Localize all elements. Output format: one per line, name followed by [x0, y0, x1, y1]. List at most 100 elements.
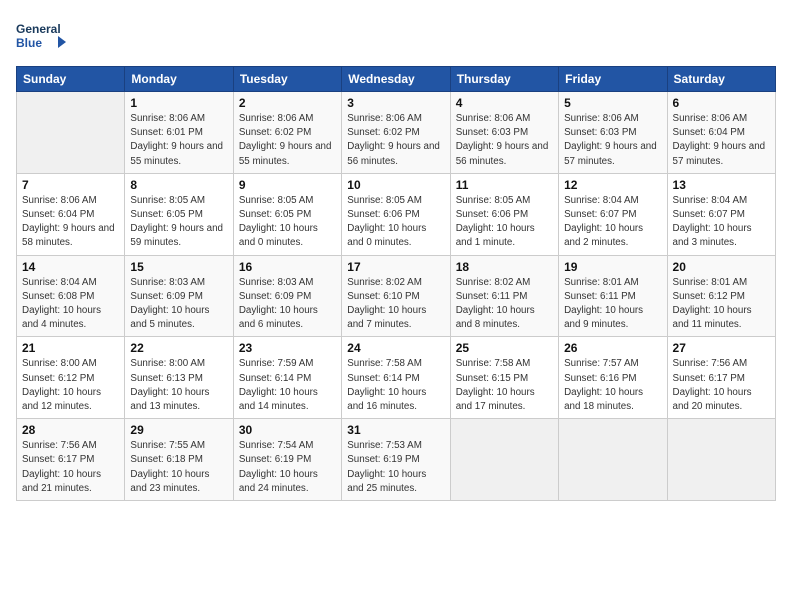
day-info: Sunrise: 8:00 AMSunset: 6:12 PMDaylight:… — [22, 357, 119, 414]
calendar-cell: 10 Sunrise: 8:05 AMSunset: 6:06 PMDayligh… — [342, 173, 450, 255]
day-number: 24 — [347, 341, 444, 355]
weekday-header: Monday — [125, 67, 233, 92]
calendar-cell: 16 Sunrise: 8:03 AMSunset: 6:09 PMDayligh… — [233, 255, 341, 337]
calendar-cell: 24 Sunrise: 7:58 AMSunset: 6:14 PMDayligh… — [342, 337, 450, 419]
calendar-cell: 14 Sunrise: 8:04 AMSunset: 6:08 PMDayligh… — [17, 255, 125, 337]
day-number: 2 — [239, 96, 336, 110]
weekday-header: Friday — [559, 67, 667, 92]
day-info: Sunrise: 8:06 AMSunset: 6:02 PMDaylight:… — [347, 112, 444, 169]
day-info: Sunrise: 8:05 AMSunset: 6:05 PMDaylight:… — [130, 194, 227, 251]
day-number: 22 — [130, 341, 227, 355]
day-number: 31 — [347, 423, 444, 437]
day-number: 26 — [564, 341, 661, 355]
day-number: 14 — [22, 260, 119, 274]
calendar-cell — [559, 419, 667, 501]
weekday-header: Tuesday — [233, 67, 341, 92]
calendar-cell: 9Sunrise: 8:05 AMSunset: 6:05 PMDaylight… — [233, 173, 341, 255]
calendar-cell: 11 Sunrise: 8:05 AMSunset: 6:06 PMDayligh… — [450, 173, 558, 255]
calendar-cell: 12 Sunrise: 8:04 AMSunset: 6:07 PMDayligh… — [559, 173, 667, 255]
weekday-header: Thursday — [450, 67, 558, 92]
day-number: 13 — [673, 178, 770, 192]
day-number: 10 — [347, 178, 444, 192]
day-info: Sunrise: 8:05 AMSunset: 6:06 PMDaylight:… — [347, 194, 444, 251]
calendar-cell: 1Sunrise: 8:06 AMSunset: 6:01 PMDaylight… — [125, 92, 233, 174]
day-info: Sunrise: 7:58 AMSunset: 6:14 PMDaylight:… — [347, 357, 444, 414]
day-info: Sunrise: 8:01 AMSunset: 6:11 PMDaylight:… — [564, 276, 661, 333]
day-info: Sunrise: 8:03 AMSunset: 6:09 PMDaylight:… — [239, 276, 336, 333]
day-number: 11 — [456, 178, 553, 192]
day-number: 20 — [673, 260, 770, 274]
weekday-header: Saturday — [667, 67, 775, 92]
calendar-header: SundayMondayTuesdayWednesdayThursdayFrid… — [17, 67, 776, 92]
day-info: Sunrise: 8:03 AMSunset: 6:09 PMDaylight:… — [130, 276, 227, 333]
day-info: Sunrise: 7:56 AMSunset: 6:17 PMDaylight:… — [673, 357, 770, 414]
logo-svg: General Blue — [16, 16, 66, 56]
day-number: 6 — [673, 96, 770, 110]
calendar-cell: 19 Sunrise: 8:01 AMSunset: 6:11 PMDayligh… — [559, 255, 667, 337]
day-info: Sunrise: 8:00 AMSunset: 6:13 PMDaylight:… — [130, 357, 227, 414]
calendar-cell: 17 Sunrise: 8:02 AMSunset: 6:10 PMDayligh… — [342, 255, 450, 337]
day-info: Sunrise: 8:06 AMSunset: 6:04 PMDaylight:… — [22, 194, 119, 251]
day-info: Sunrise: 7:54 AMSunset: 6:19 PMDaylight:… — [239, 439, 336, 496]
day-number: 30 — [239, 423, 336, 437]
calendar-cell: 13 Sunrise: 8:04 AMSunset: 6:07 PMDayligh… — [667, 173, 775, 255]
day-info: Sunrise: 8:01 AMSunset: 6:12 PMDaylight:… — [673, 276, 770, 333]
day-number: 19 — [564, 260, 661, 274]
day-number: 29 — [130, 423, 227, 437]
calendar-cell: 23Sunrise: 7:59 AMSunset: 6:14 PMDayligh… — [233, 337, 341, 419]
calendar-cell: 3 Sunrise: 8:06 AMSunset: 6:02 PMDaylight… — [342, 92, 450, 174]
calendar-cell: 2 Sunrise: 8:06 AMSunset: 6:02 PMDaylight… — [233, 92, 341, 174]
day-info: Sunrise: 8:06 AMSunset: 6:02 PMDaylight:… — [239, 112, 336, 169]
calendar-cell: 5 Sunrise: 8:06 AMSunset: 6:03 PMDaylight… — [559, 92, 667, 174]
calendar-cell: 27 Sunrise: 7:56 AMSunset: 6:17 PMDayligh… — [667, 337, 775, 419]
day-number: 8 — [130, 178, 227, 192]
day-number: 27 — [673, 341, 770, 355]
day-number: 3 — [347, 96, 444, 110]
calendar-cell: 22 Sunrise: 8:00 AMSunset: 6:13 PMDayligh… — [125, 337, 233, 419]
calendar-cell — [17, 92, 125, 174]
day-info: Sunrise: 8:05 AMSunset: 6:06 PMDaylight:… — [456, 194, 553, 251]
calendar-cell: 30 Sunrise: 7:54 AMSunset: 6:19 PMDayligh… — [233, 419, 341, 501]
weekday-header: Wednesday — [342, 67, 450, 92]
calendar-cell: 4Sunrise: 8:06 AMSunset: 6:03 PMDaylight… — [450, 92, 558, 174]
day-number: 25 — [456, 341, 553, 355]
svg-text:Blue: Blue — [16, 36, 42, 50]
calendar-cell: 20 Sunrise: 8:01 AMSunset: 6:12 PMDayligh… — [667, 255, 775, 337]
calendar-cell: 6 Sunrise: 8:06 AMSunset: 6:04 PMDaylight… — [667, 92, 775, 174]
calendar-cell: 7 Sunrise: 8:06 AMSunset: 6:04 PMDaylight… — [17, 173, 125, 255]
day-info: Sunrise: 7:56 AMSunset: 6:17 PMDaylight:… — [22, 439, 119, 496]
day-info: Sunrise: 7:53 AMSunset: 6:19 PMDaylight:… — [347, 439, 444, 496]
day-info: Sunrise: 8:05 AMSunset: 6:05 PMDaylight:… — [239, 194, 336, 251]
calendar-cell: 8 Sunrise: 8:05 AMSunset: 6:05 PMDaylight… — [125, 173, 233, 255]
day-number: 18 — [456, 260, 553, 274]
day-info: Sunrise: 8:06 AMSunset: 6:03 PMDaylight:… — [564, 112, 661, 169]
svg-text:General: General — [16, 22, 61, 36]
day-info: Sunrise: 7:57 AMSunset: 6:16 PMDaylight:… — [564, 357, 661, 414]
day-info: Sunrise: 8:04 AMSunset: 6:07 PMDaylight:… — [564, 194, 661, 251]
calendar-cell: 29 Sunrise: 7:55 AMSunset: 6:18 PMDayligh… — [125, 419, 233, 501]
calendar-cell: 21 Sunrise: 8:00 AMSunset: 6:12 PMDayligh… — [17, 337, 125, 419]
calendar: SundayMondayTuesdayWednesdayThursdayFrid… — [16, 66, 776, 501]
day-number: 17 — [347, 260, 444, 274]
calendar-cell — [450, 419, 558, 501]
calendar-cell: 28Sunrise: 7:56 AMSunset: 6:17 PMDayligh… — [17, 419, 125, 501]
day-info: Sunrise: 7:55 AMSunset: 6:18 PMDaylight:… — [130, 439, 227, 496]
calendar-body: 1Sunrise: 8:06 AMSunset: 6:01 PMDaylight… — [17, 92, 776, 501]
day-info: Sunrise: 8:04 AMSunset: 6:07 PMDaylight:… — [673, 194, 770, 251]
day-info: Sunrise: 8:06 AMSunset: 6:01 PMDaylight:… — [130, 112, 227, 169]
day-number: 12 — [564, 178, 661, 192]
header: General Blue — [16, 16, 776, 56]
day-info: Sunrise: 8:02 AMSunset: 6:10 PMDaylight:… — [347, 276, 444, 333]
day-number: 7 — [22, 178, 119, 192]
day-info: Sunrise: 7:59 AMSunset: 6:14 PMDaylight:… — [239, 357, 336, 414]
day-info: Sunrise: 8:02 AMSunset: 6:11 PMDaylight:… — [456, 276, 553, 333]
day-info: Sunrise: 8:06 AMSunset: 6:03 PMDaylight:… — [456, 112, 553, 169]
day-info: Sunrise: 8:06 AMSunset: 6:04 PMDaylight:… — [673, 112, 770, 169]
calendar-cell: 26 Sunrise: 7:57 AMSunset: 6:16 PMDayligh… — [559, 337, 667, 419]
day-number: 16 — [239, 260, 336, 274]
day-info: Sunrise: 8:04 AMSunset: 6:08 PMDaylight:… — [22, 276, 119, 333]
calendar-cell — [667, 419, 775, 501]
day-number: 5 — [564, 96, 661, 110]
calendar-cell: 25Sunrise: 7:58 AMSunset: 6:15 PMDayligh… — [450, 337, 558, 419]
day-number: 21 — [22, 341, 119, 355]
